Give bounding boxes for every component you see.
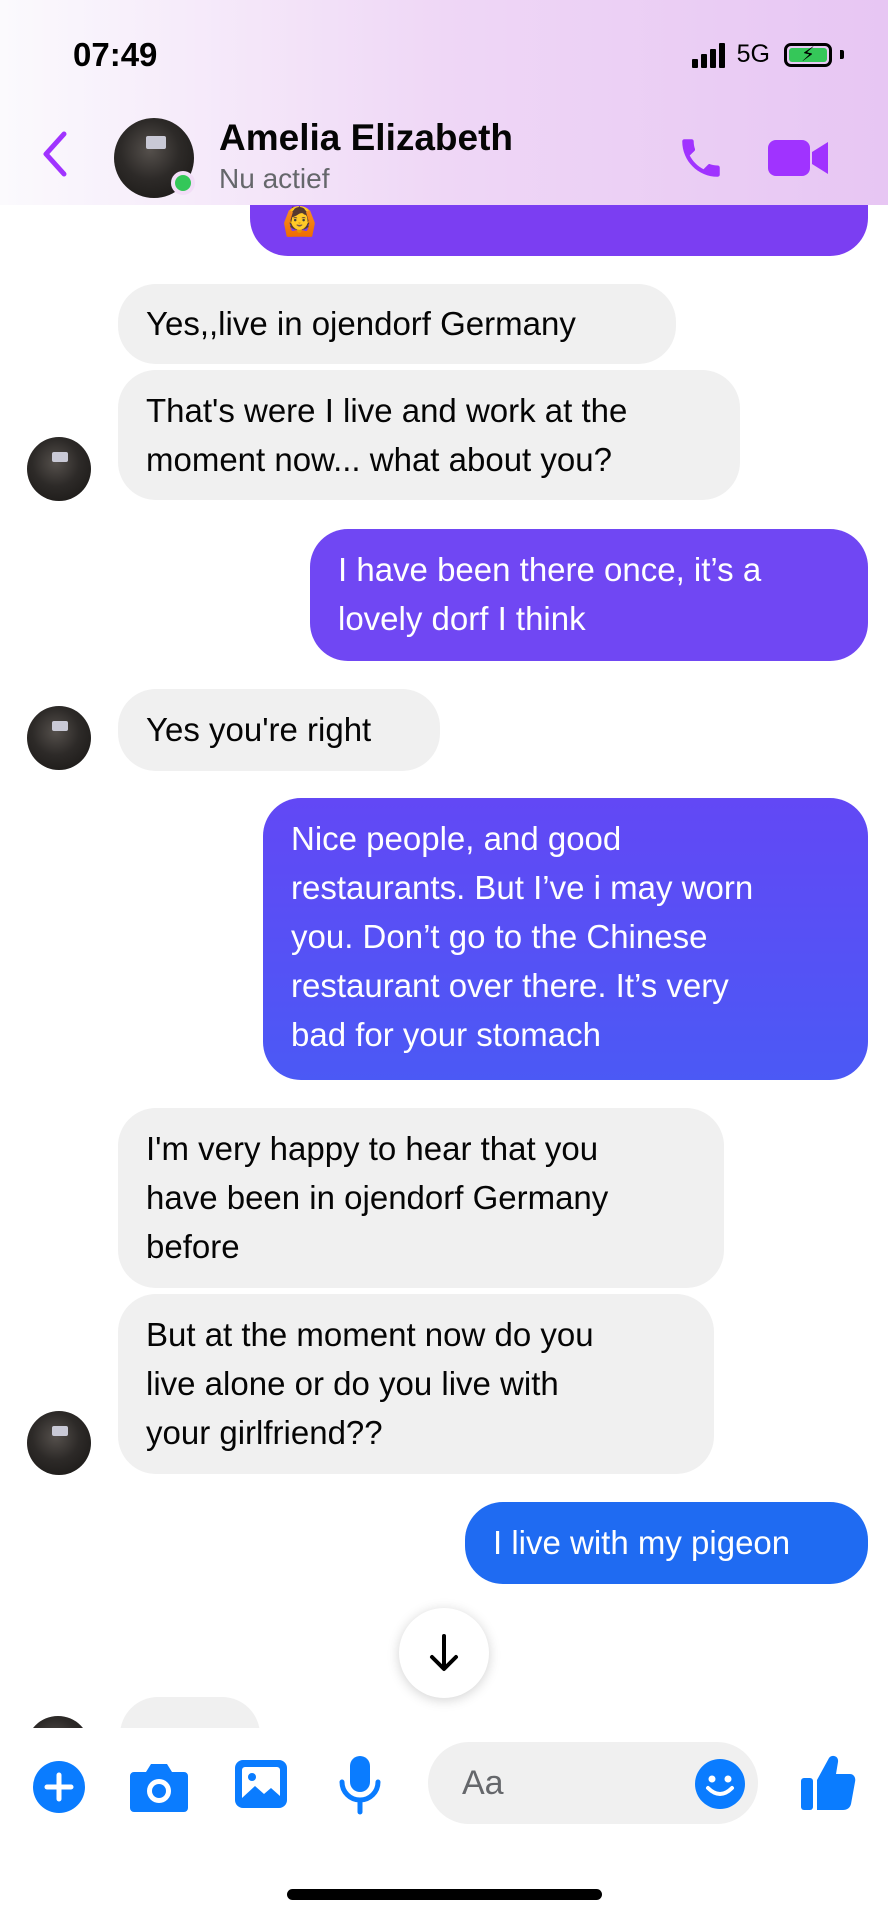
message-bubble-sent[interactable]: I live with my pigeon — [465, 1502, 868, 1584]
message-line: you. Don’t go to the Chinese — [291, 918, 708, 955]
message-line: lovely dorf I think — [338, 600, 586, 637]
message-line: I have been there once, it’s a — [338, 551, 762, 588]
contact-avatar-small[interactable] — [27, 706, 91, 770]
contact-status: Nu actief — [219, 163, 330, 194]
message-line: live alone or do you live with — [146, 1365, 559, 1402]
message-line: That's were I live and work at the — [146, 392, 628, 429]
message-line: moment now... what about you? — [146, 441, 612, 478]
network-label: 5G — [736, 40, 770, 68]
battery-icon: ⚡ — [784, 42, 832, 67]
message-bubble-received[interactable]: But at the moment now do you live alone … — [118, 1294, 714, 1474]
camera-icon[interactable] — [128, 1760, 190, 1814]
microphone-icon[interactable] — [338, 1754, 382, 1816]
message-input-placeholder: Aa — [462, 1764, 504, 1802]
message-line: bad for your stomach — [291, 1016, 601, 1053]
message-text: I live with my pigeon — [493, 1524, 791, 1561]
online-indicator — [171, 171, 195, 195]
message-bubble-received[interactable]: I'm very happy to hear that you have bee… — [118, 1108, 724, 1288]
contact-name[interactable]: Amelia Elizabeth — [219, 117, 513, 159]
message-bubble-sent[interactable]: Nice people, and good restaurants. But I… — [263, 798, 868, 1080]
video-camera-icon[interactable] — [766, 136, 830, 180]
gallery-icon[interactable] — [233, 1758, 289, 1810]
message-line: have been in ojendorf Germany — [146, 1179, 609, 1216]
message-line: your girlfriend?? — [146, 1414, 383, 1451]
back-chevron-icon[interactable] — [40, 130, 70, 178]
message-line: restaurants. But I’ve i may worn — [291, 869, 754, 906]
message-text: Yes you're right — [146, 711, 372, 748]
contact-avatar-small[interactable] — [27, 437, 91, 501]
battery-tip — [840, 50, 844, 59]
phone-icon[interactable] — [676, 133, 726, 183]
home-indicator — [287, 1889, 602, 1900]
scroll-to-bottom-button[interactable] — [399, 1608, 489, 1698]
message-line: Nice people, and good — [291, 820, 622, 857]
contact-avatar-small[interactable] — [27, 1411, 91, 1475]
status-time: 07:49 — [73, 36, 158, 73]
plus-icon[interactable] — [31, 1759, 87, 1815]
emoji-sticker: 🙆 — [282, 206, 317, 237]
message-bubble-received[interactable]: That's were I live and work at the momen… — [118, 370, 740, 500]
emoji-icon[interactable] — [694, 1758, 746, 1810]
message-line: I'm very happy to hear that you — [146, 1130, 599, 1167]
message-line: But at the moment now do you — [146, 1316, 594, 1353]
arrow-down-icon — [430, 1634, 458, 1671]
message-text: Yes,,live in ojendorf Germany — [146, 305, 576, 342]
message-line: before — [146, 1228, 240, 1265]
message-bubble-received[interactable]: Yes you're right — [118, 689, 440, 771]
signal-icon — [691, 42, 725, 68]
status-indicators: 5G ⚡ — [691, 40, 844, 69]
chat-header: 07:49 5G ⚡ Amelia Elizabeth Nu actief — [0, 0, 888, 205]
thumbs-up-icon[interactable] — [799, 1752, 857, 1812]
message-bubble-sent[interactable]: I have been there once, it’s a lovely do… — [310, 529, 868, 661]
message-line: restaurant over there. It’s very — [291, 967, 729, 1004]
message-bubble-received[interactable]: Yes,,live in ojendorf Germany — [118, 284, 676, 364]
